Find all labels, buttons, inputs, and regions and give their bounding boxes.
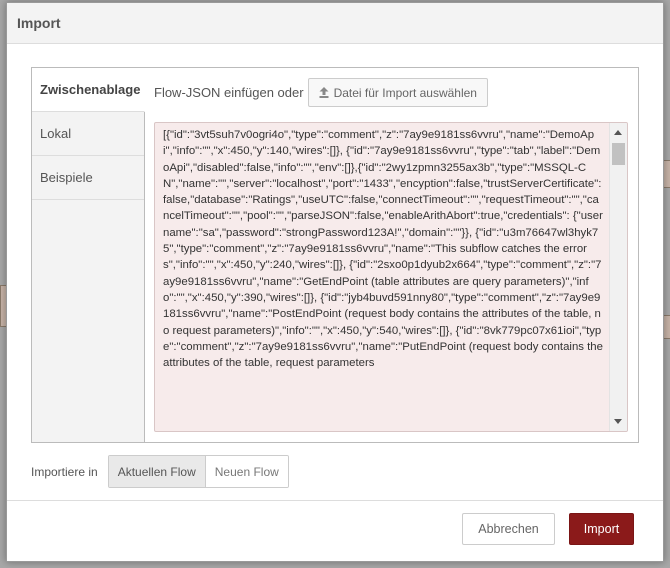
clipboard-panel: Flow-JSON einfügen oder Datei für Import… [145, 68, 638, 442]
textarea-scrollbar[interactable] [609, 123, 627, 431]
import-target-toggle: Aktuellen Flow Neuen Flow [107, 455, 289, 488]
select-file-label: Datei für Import auswählen [333, 85, 477, 100]
import-target-label: Importiere in [31, 464, 98, 479]
upload-icon [319, 87, 329, 98]
paste-json-label: Flow-JSON einfügen oder [154, 85, 304, 100]
flow-json-text: [{"id":"3vt5suh7v0ogri4o","type":"commen… [163, 129, 603, 370]
select-file-button[interactable]: Datei für Import auswählen [307, 78, 488, 107]
scrollbar-thumb[interactable] [612, 143, 625, 165]
import-dialog: Import Zwischenablage Lokal Beispiele Fl… [6, 2, 664, 562]
dialog-title: Import [7, 3, 663, 44]
tab-examples[interactable]: Beispiele [32, 156, 144, 200]
import-source-tabs: Zwischenablage Lokal Beispiele [32, 68, 145, 442]
tab-clipboard[interactable]: Zwischenablage [32, 68, 145, 112]
import-button[interactable]: Import [569, 513, 634, 545]
flow-json-textarea[interactable]: [{"id":"3vt5suh7v0ogri4o","type":"commen… [154, 122, 628, 432]
current-flow-option[interactable]: Aktuellen Flow [108, 456, 206, 487]
scroll-up-icon[interactable] [614, 130, 622, 135]
import-target: Importiere in Aktuellen Flow Neuen Flow [31, 455, 289, 488]
import-body: Zwischenablage Lokal Beispiele Flow-JSON… [31, 67, 639, 443]
new-flow-option[interactable]: Neuen Flow [205, 456, 288, 487]
tab-local[interactable]: Lokal [32, 112, 144, 156]
dialog-footer: Abbrechen Import [7, 500, 663, 561]
cancel-button[interactable]: Abbrechen [462, 513, 555, 545]
scroll-down-icon[interactable] [614, 419, 622, 424]
